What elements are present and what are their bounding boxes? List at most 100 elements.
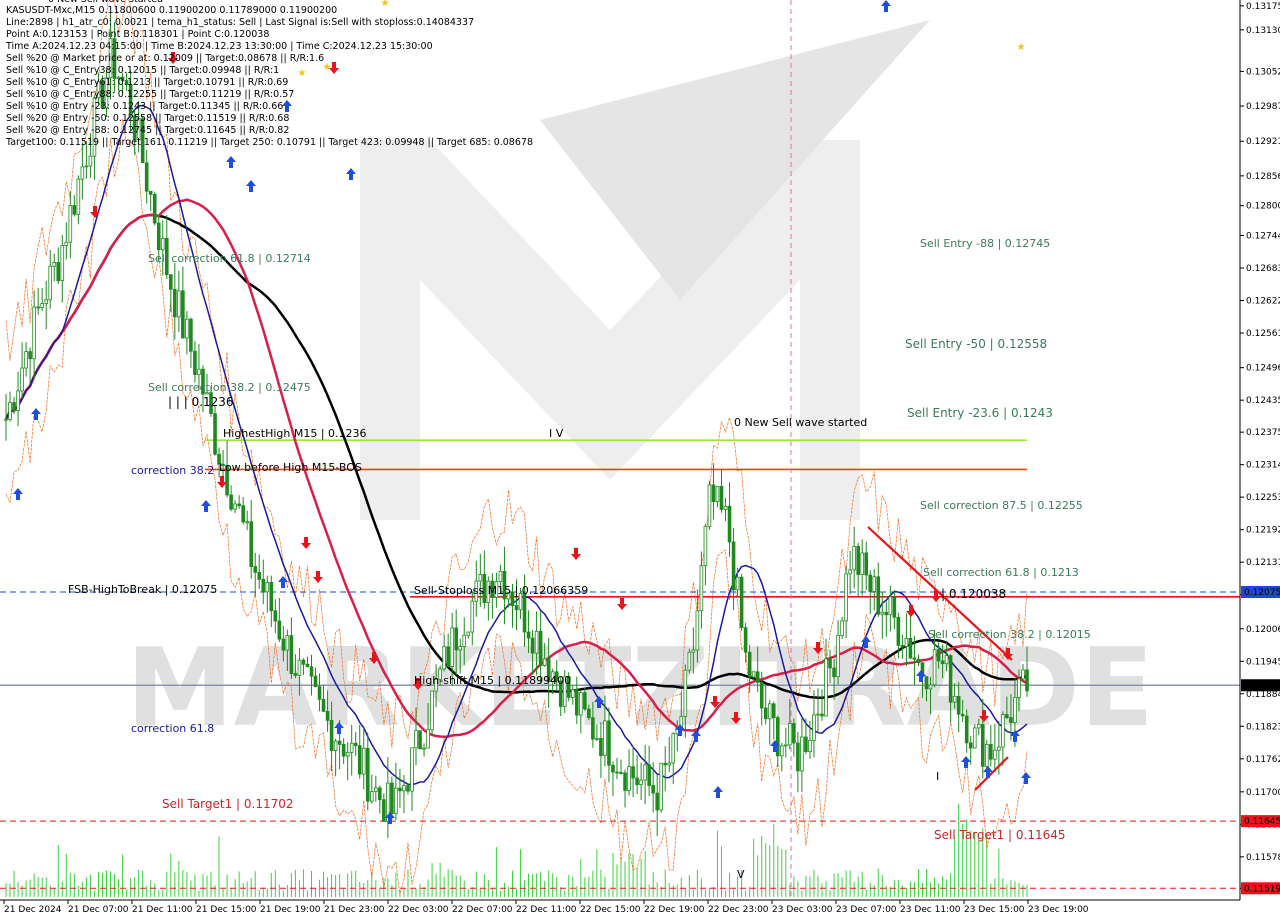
annotation-sell-correction-38-2-0-12015: Sell correction 38.2 | 0.12015 [928,628,1091,641]
price-label-text: 0.11900 [1244,681,1280,691]
price-tick-label: 0.12622 [1246,297,1280,307]
star-icon: ★ [298,68,307,79]
price-tick-label: 0.12683 [1246,264,1280,274]
price-tick-label: 0.12800 [1246,202,1280,212]
candle[interactable] [152,191,157,226]
time-tick-label: 21 Dec 19:00 [260,905,321,915]
candle[interactable] [687,648,692,674]
info-line-1: Line:2898 | h1_atr_c0: 0.0021 | tema_h1_… [6,17,474,28]
price-tick-label: 0.12856 [1246,172,1280,182]
annotation-sell-entry-23-6-0-1243: Sell Entry -23.6 | 0.1243 [907,406,1053,420]
price-tick-label: 0.12435 [1246,396,1280,406]
annotation-sell-target1-0-11645: Sell Target1 | 0.11645 [934,828,1066,842]
price-label-text: 0.11519 [1244,884,1280,894]
candle[interactable] [659,762,664,813]
price-tick-label: 0.12496 [1246,364,1280,374]
time-tick-label: 23 Dec 15:00 [964,905,1025,915]
price-tick-label: 0.13130 [1246,26,1280,36]
time-tick-label: 23 Dec 11:00 [900,905,961,915]
annotation-correction-61-8: correction 61.8 [131,722,214,735]
price-tick-label: 0.11700 [1246,788,1280,798]
chart-canvas[interactable]: MARKETZITRADE ★★★★ Sell correction 61.8 … [0,0,1280,920]
star-icon: ★ [381,0,390,9]
price-label-text: 0.12075 [1244,588,1280,598]
info-line-5: Sell %10 @ C_Entry38: 0.12015 || Target:… [6,65,279,76]
annotation-sell-stoploss-m15-0-12066359: Sell-Stoploss M15 | 0.12066359 [414,584,588,597]
candle[interactable] [739,573,744,631]
time-tick-label: 23 Dec 03:00 [772,905,833,915]
price-axis: 0.13175 0.13130 0.13052 0.12987 0.12921 0.128… [1239,0,1280,900]
annotation-i: I [936,770,939,783]
price-label-0.11519: 0.11519 [1241,882,1280,895]
watermark-text: MARKETZITRADE [126,626,1154,751]
price-tick-label: 0.12314 [1246,461,1280,471]
annotation-i-v: I V [549,427,564,440]
annotation-0-120038: | 0.120038 [941,587,1006,601]
annotation-highesthigh-m15-0-1236: HighestHigh M15 | 0.1236 [223,427,367,440]
info-line-4: Sell %20 @ Market price or at: 0.12009 |… [6,53,324,64]
annotation-sell-correction-61-8-0-12714: Sell correction 61.8 | 0.12714 [148,252,311,265]
price-tick-label: 0.13052 [1246,67,1280,77]
time-tick-label: 23 Dec 07:00 [836,905,897,915]
price-tick-label: 0.12561 [1246,329,1280,339]
info-line-9: Sell %20 @ Entry -50: 0.12558 || Target:… [6,113,289,124]
price-tick-label: 0.11945 [1246,657,1280,667]
time-tick-label: 22 Dec 03:00 [388,905,449,915]
info-line-3: Time A:2024.12.23 04:15:00 | Time B:2024… [5,41,433,52]
annotation-sell-correction-38-2-0-12475: Sell correction 38.2 | 0.12475 [148,381,311,394]
annotation-low-before-high-m15-bos: Low before High M15-BOS [219,461,362,474]
price-label-0.12075: 0.12075 [1241,586,1280,599]
time-tick-label: 21 Dec 2024 [4,905,62,915]
annotation-sell-entry-50-0-12558: Sell Entry -50 | 0.12558 [905,337,1047,351]
annotation-v: V [737,868,745,881]
annotation-sell-target1-0-11702: Sell Target1 | 0.11702 [162,797,294,811]
time-tick-label: 22 Dec 23:00 [708,905,769,915]
price-tick-label: 0.12744 [1246,232,1280,242]
annotation-sell-entry-88-0-12745: Sell Entry -88 | 0.12745 [920,237,1050,250]
candle[interactable] [418,730,422,750]
time-tick-label: 21 Dec 07:00 [68,905,129,915]
time-axis: 21 Dec 2024 21 Dec 07:00 21 Dec 11:00 21 De… [0,899,1240,915]
price-tick-label: 0.12131 [1246,558,1280,568]
time-tick-label: 21 Dec 15:00 [196,905,257,915]
time-tick-label: 22 Dec 19:00 [644,905,705,915]
price-tick-label: 0.11762 [1246,755,1280,765]
info-line-0: KASUSDT-Mxc,M15 0.11800600 0.11900200 0.… [6,5,337,16]
time-tick-label: 21 Dec 23:00 [324,905,385,915]
candle[interactable] [972,724,977,749]
price-tick-label: 0.12253 [1246,493,1280,503]
annotation-0-1236: | | | 0.1236 [168,395,234,409]
annotation-correction-38-2: correction 38.2 [131,464,214,477]
time-tick-label: 22 Dec 07:00 [452,905,513,915]
price-tick-label: 0.11578 [1246,853,1280,863]
price-tick-label: 0.11823 [1246,722,1280,732]
info-line-11: Target100: 0.11519 || Target 161: 0.1121… [5,137,533,148]
price-tick-label: 0.13175 [1246,2,1280,12]
annotation-0-new-sell-wave-started: 0 New Sell wave started [734,416,867,429]
info-line-7: Sell %10 @ C_Entry88: 0.12255 || Target:… [6,89,294,100]
candle[interactable] [707,480,712,530]
annotation-sell-correction-87-5-0-12255: Sell correction 87.5 | 0.12255 [920,499,1083,512]
price-tick-label: 0.11884 [1246,690,1280,700]
price-label-text: 0.11645 [1244,817,1280,827]
info-line-10: Sell %20 @ Entry -88: 0.12745 || Target:… [6,125,289,136]
time-tick-label: 22 Dec 11:00 [516,905,577,915]
time-tick-label: 21 Dec 11:00 [132,905,193,915]
annotation-high-shift-m15-0-11899400: High-shift M15 | 0.11899400 [414,674,571,687]
annotation-sell-correction-61-8-0-1213: Sell correction 61.8 | 0.1213 [923,566,1079,579]
info-line-2: Point A:0.123153 | Point B:0.118301 | Po… [6,29,269,40]
time-tick-label: 22 Dec 15:00 [580,905,641,915]
price-label-0.11900: 0.11900 [1241,679,1280,692]
price-tick-label: 0.12192 [1246,526,1280,536]
time-tick-label: 23 Dec 19:00 [1028,905,1089,915]
price-tick-label: 0.12987 [1246,102,1280,112]
price-tick-label: 0.12006 [1246,625,1280,635]
info-line-6: Sell %10 @ C_Entry61: 0.1213 || Target:0… [6,77,288,88]
candle[interactable] [430,690,434,736]
price-tick-label: 0.12375 [1246,428,1280,438]
price-label-0.11645: 0.11645 [1241,815,1280,828]
star-icon: ★ [1017,42,1026,53]
price-tick-label: 0.12921 [1246,137,1280,147]
annotation-fsb-hightobreak-0-12075: FSB-HighToBreak | 0.12075 [68,583,217,596]
info-line-8: Sell %10 @ Entry -23: 0.1243 || Target:0… [6,101,283,112]
